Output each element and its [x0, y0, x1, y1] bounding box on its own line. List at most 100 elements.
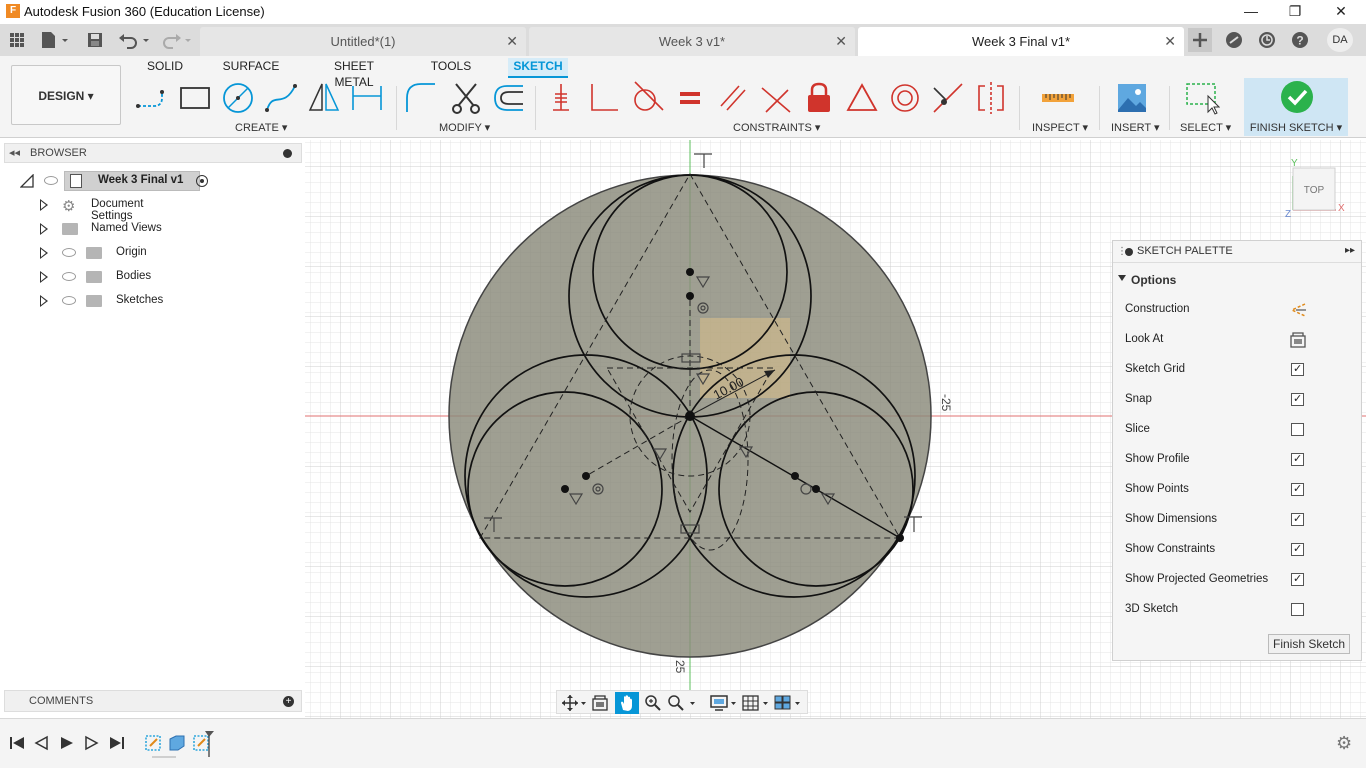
palette-row-snap[interactable]: Snap [1125, 390, 1351, 410]
modify-menu[interactable]: MODIFY ▾ [439, 121, 490, 134]
show-points-checkbox[interactable] [1291, 482, 1304, 496]
palette-row-construction[interactable]: Construction [1125, 300, 1351, 320]
play-icon[interactable] [57, 735, 77, 751]
go-to-end-icon[interactable] [106, 735, 126, 751]
file-menu-icon[interactable] [38, 30, 70, 50]
browser-root-row[interactable]: Week 3 Final v1 [18, 171, 218, 191]
palette-row-slice[interactable]: Slice [1125, 420, 1351, 440]
doc-tab-week3-final[interactable]: Week 3 Final v1* ✕ [858, 27, 1184, 56]
workspace-switcher-button[interactable]: DESIGN ▾ [11, 65, 121, 125]
dimension-tool-icon[interactable] [349, 80, 385, 116]
tab-sketch[interactable]: SKETCH [508, 58, 568, 78]
fillet-tool-icon[interactable] [403, 80, 439, 116]
midpoint-constraint-icon[interactable] [844, 80, 880, 116]
finish-sketch-button[interactable]: FINISH SKETCH ▾ [1244, 78, 1348, 136]
pan-hand-icon[interactable] [615, 692, 639, 714]
tab-sheet-metal[interactable]: SHEET METAL [314, 58, 394, 89]
visibility-eye-icon[interactable] [44, 176, 58, 185]
undo-icon[interactable] [116, 30, 152, 50]
palette-row-show-constraints[interactable]: Show Constraints [1125, 540, 1351, 560]
close-icon[interactable]: ✕ [506, 33, 518, 50]
doc-tab-week3[interactable]: Week 3 v1* ✕ [529, 27, 855, 56]
user-avatar[interactable]: DA [1327, 28, 1353, 52]
mirror-tool-icon[interactable] [306, 80, 342, 116]
close-window-button[interactable]: ✕ [1318, 0, 1364, 24]
timeline-features[interactable] [142, 731, 222, 761]
circle-tool-icon[interactable] [220, 80, 256, 116]
3d-sketch-checkbox[interactable] [1291, 603, 1304, 616]
new-tab-icon[interactable] [1188, 28, 1212, 52]
fix-constraint-icon[interactable] [801, 80, 837, 116]
collapse-section-icon[interactable] [1118, 275, 1126, 281]
visibility-eye-icon[interactable] [62, 296, 76, 305]
minimize-button[interactable]: — [1228, 0, 1274, 24]
palette-row-look-at[interactable]: Look At [1125, 330, 1351, 350]
browser-item-named-views[interactable]: Named Views [38, 219, 168, 239]
browser-item-document-settings[interactable]: ⚙ Document Settings [38, 195, 188, 222]
minimize-panel-icon[interactable] [283, 149, 292, 158]
show-constraints-checkbox[interactable] [1291, 542, 1304, 556]
expand-arrow-icon[interactable] [40, 223, 48, 235]
line-tool-icon[interactable] [134, 80, 170, 116]
fit-zoom-icon[interactable] [665, 694, 697, 712]
perpendicular-constraint-icon[interactable] [586, 80, 622, 116]
select-menu[interactable]: SELECT ▾ [1180, 121, 1231, 134]
construction-toggle-icon[interactable] [1289, 302, 1307, 318]
go-to-start-icon[interactable] [8, 735, 28, 751]
activate-radio-icon[interactable] [196, 175, 208, 187]
concentric-constraint-icon[interactable] [887, 80, 923, 116]
expand-down-icon[interactable] [20, 174, 34, 188]
palette-row-show-projected-geometries[interactable]: Show Projected Geometries [1125, 570, 1351, 590]
browser-item-bodies[interactable]: Bodies [38, 267, 158, 287]
show-profile-checkbox[interactable] [1291, 452, 1304, 466]
tab-tools[interactable]: TOOLS [426, 58, 476, 78]
expand-arrow-icon[interactable] [40, 295, 48, 307]
equal-constraint-icon[interactable] [672, 80, 708, 116]
look-at-icon[interactable] [1289, 332, 1307, 348]
expand-palette-icon[interactable]: ▸▸ [1345, 245, 1355, 256]
window-select-icon[interactable] [1184, 80, 1220, 116]
close-icon[interactable]: ✕ [1164, 33, 1176, 50]
expand-arrow-icon[interactable] [40, 199, 48, 211]
parallel-constraint-icon[interactable] [715, 80, 751, 116]
timeline-settings-gear-icon[interactable]: ⚙ [1336, 733, 1352, 754]
visibility-eye-icon[interactable] [62, 272, 76, 281]
visibility-eye-icon[interactable] [62, 248, 76, 257]
measure-tool-icon[interactable] [1040, 80, 1076, 116]
palette-row-3d-sketch[interactable]: 3D Sketch [1125, 600, 1351, 620]
inspect-menu[interactable]: INSPECT ▾ [1032, 121, 1088, 134]
palette-row-show-points[interactable]: Show Points [1125, 480, 1351, 500]
palette-row-show-profile[interactable]: Show Profile [1125, 450, 1351, 470]
spline-tool-icon[interactable] [263, 80, 299, 116]
look-at-nav-icon[interactable] [591, 694, 609, 712]
collapse-panel-icon[interactable]: ◂◂ [9, 146, 20, 159]
insert-image-icon[interactable] [1114, 80, 1150, 116]
browser-item-origin[interactable]: Origin [38, 243, 158, 263]
expand-arrow-icon[interactable] [40, 247, 48, 259]
app-grid-icon[interactable] [6, 30, 28, 50]
symmetry-constraint-icon[interactable] [973, 80, 1009, 116]
grid-settings-icon[interactable] [741, 694, 771, 712]
create-menu[interactable]: CREATE ▾ [235, 121, 287, 134]
viewports-icon[interactable] [773, 694, 803, 712]
browser-item-sketches[interactable]: Sketches [38, 291, 174, 311]
constraints-menu[interactable]: CONSTRAINTS ▾ [733, 121, 820, 134]
show-dimensions-checkbox[interactable] [1291, 512, 1304, 526]
add-comment-icon[interactable]: + [283, 696, 294, 707]
tab-solid[interactable]: SOLID [140, 58, 190, 78]
maximize-button[interactable]: ❐ [1272, 0, 1318, 24]
tab-surface[interactable]: SURFACE [222, 58, 280, 78]
step-back-icon[interactable] [32, 735, 52, 751]
palette-row-show-dimensions[interactable]: Show Dimensions [1125, 510, 1351, 530]
coincident-constraint-icon[interactable] [930, 80, 966, 116]
expand-arrow-icon[interactable] [40, 271, 48, 283]
trim-tool-icon[interactable] [448, 80, 484, 116]
palette-finish-sketch-button[interactable]: Finish Sketch [1268, 634, 1350, 654]
collinear-constraint-icon[interactable] [758, 80, 794, 116]
rectangle-tool-icon[interactable] [177, 80, 213, 116]
close-icon[interactable]: ✕ [835, 33, 847, 50]
palette-row-sketch-grid[interactable]: Sketch Grid [1125, 360, 1351, 380]
extensions-icon[interactable] [1223, 30, 1245, 50]
minimize-palette-icon[interactable] [1125, 248, 1133, 256]
horizontal-vertical-constraint-icon[interactable] [543, 80, 579, 116]
